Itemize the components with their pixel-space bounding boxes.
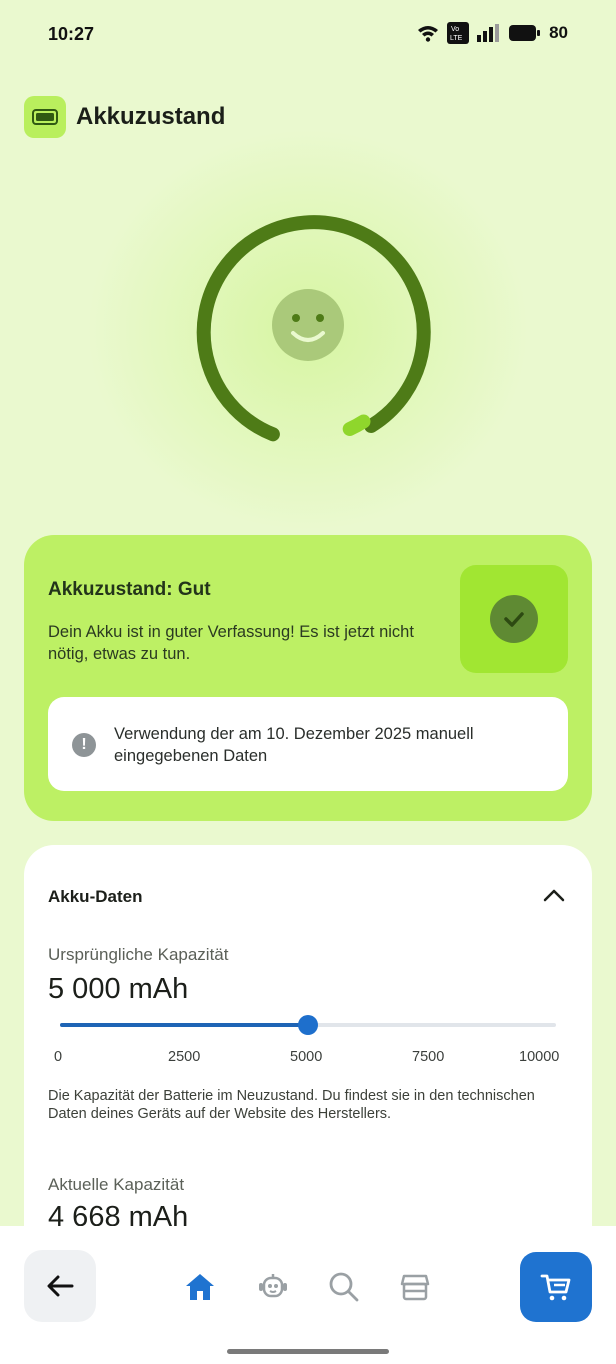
capacity-description: Die Kapazität der Batterie im Neuzustand… xyxy=(48,1088,535,1122)
cart-button[interactable] xyxy=(520,1252,592,1322)
slider-tick: 2500 xyxy=(168,1049,201,1065)
page-title: Akkuzustand xyxy=(76,103,226,130)
svg-text:LTE: LTE xyxy=(450,35,463,42)
bottom-navigation xyxy=(0,1226,616,1364)
status-time: 10:27 xyxy=(48,24,95,44)
battery-percent: 80 xyxy=(549,23,568,42)
current-capacity-label: Aktuelle Kapazität xyxy=(48,1175,185,1194)
smiley-icon xyxy=(272,289,344,361)
robot-icon[interactable] xyxy=(256,1270,290,1304)
battery-health-gauge xyxy=(196,215,431,442)
gauge-arc-accent xyxy=(342,414,371,436)
notice-text: Verwendung der am 10. Dezember 2025 manu… xyxy=(114,725,474,765)
slider-tick: 7500 xyxy=(412,1049,445,1065)
battery-data-card: Akku-Daten Ursprüngliche Kapazität 5 000… xyxy=(24,845,592,1265)
slider-ticks: 0 2500 5000 7500 10000 xyxy=(48,1049,568,1069)
info-icon: ! xyxy=(72,733,96,757)
back-arrow-icon xyxy=(47,1275,74,1297)
status-icons: Vo LTE 80 xyxy=(417,22,568,44)
cart-icon xyxy=(540,1274,571,1301)
slider-tick: 5000 xyxy=(290,1049,323,1065)
status-title: Akkuzustand: Gut xyxy=(48,579,211,600)
original-capacity-label: Ursprüngliche Kapazität xyxy=(48,945,229,964)
slider-thumb[interactable] xyxy=(298,1015,318,1035)
status-text: Dein Akku ist in guter Verfassung! Es is… xyxy=(48,623,414,663)
manual-data-notice: ! Verwendung der am 10. Dezember 2025 ma… xyxy=(48,697,568,791)
slider-tick: 10000 xyxy=(519,1049,560,1065)
store-icon[interactable] xyxy=(398,1270,432,1304)
volte-icon: Vo LTE xyxy=(447,22,470,44)
svg-text:Vo: Vo xyxy=(451,26,459,33)
battery-status-card: Akkuzustand: Gut Dein Akku ist in guter … xyxy=(24,535,592,821)
chevron-up-icon[interactable] xyxy=(542,885,566,905)
slider-tick: 0 xyxy=(54,1049,63,1065)
battery-icon xyxy=(24,96,66,138)
back-button[interactable] xyxy=(24,1250,96,1322)
slider-fill xyxy=(60,1023,308,1027)
status-bar: 10:27 Vo LTE 80 xyxy=(0,0,616,70)
section-title: Akku-Daten xyxy=(48,887,143,906)
checkmark-icon xyxy=(490,595,538,643)
capacity-slider[interactable] xyxy=(60,1015,556,1035)
search-icon[interactable] xyxy=(327,1270,361,1304)
page-header: Akkuzustand xyxy=(24,96,225,138)
home-icon[interactable] xyxy=(183,1270,217,1304)
original-capacity-value: 5 000 mAh xyxy=(48,973,189,1005)
battery-icon xyxy=(509,25,541,41)
wifi-icon xyxy=(418,26,439,42)
home-indicator xyxy=(227,1349,389,1354)
status-check-badge xyxy=(460,565,568,673)
signal-icon xyxy=(477,24,500,42)
